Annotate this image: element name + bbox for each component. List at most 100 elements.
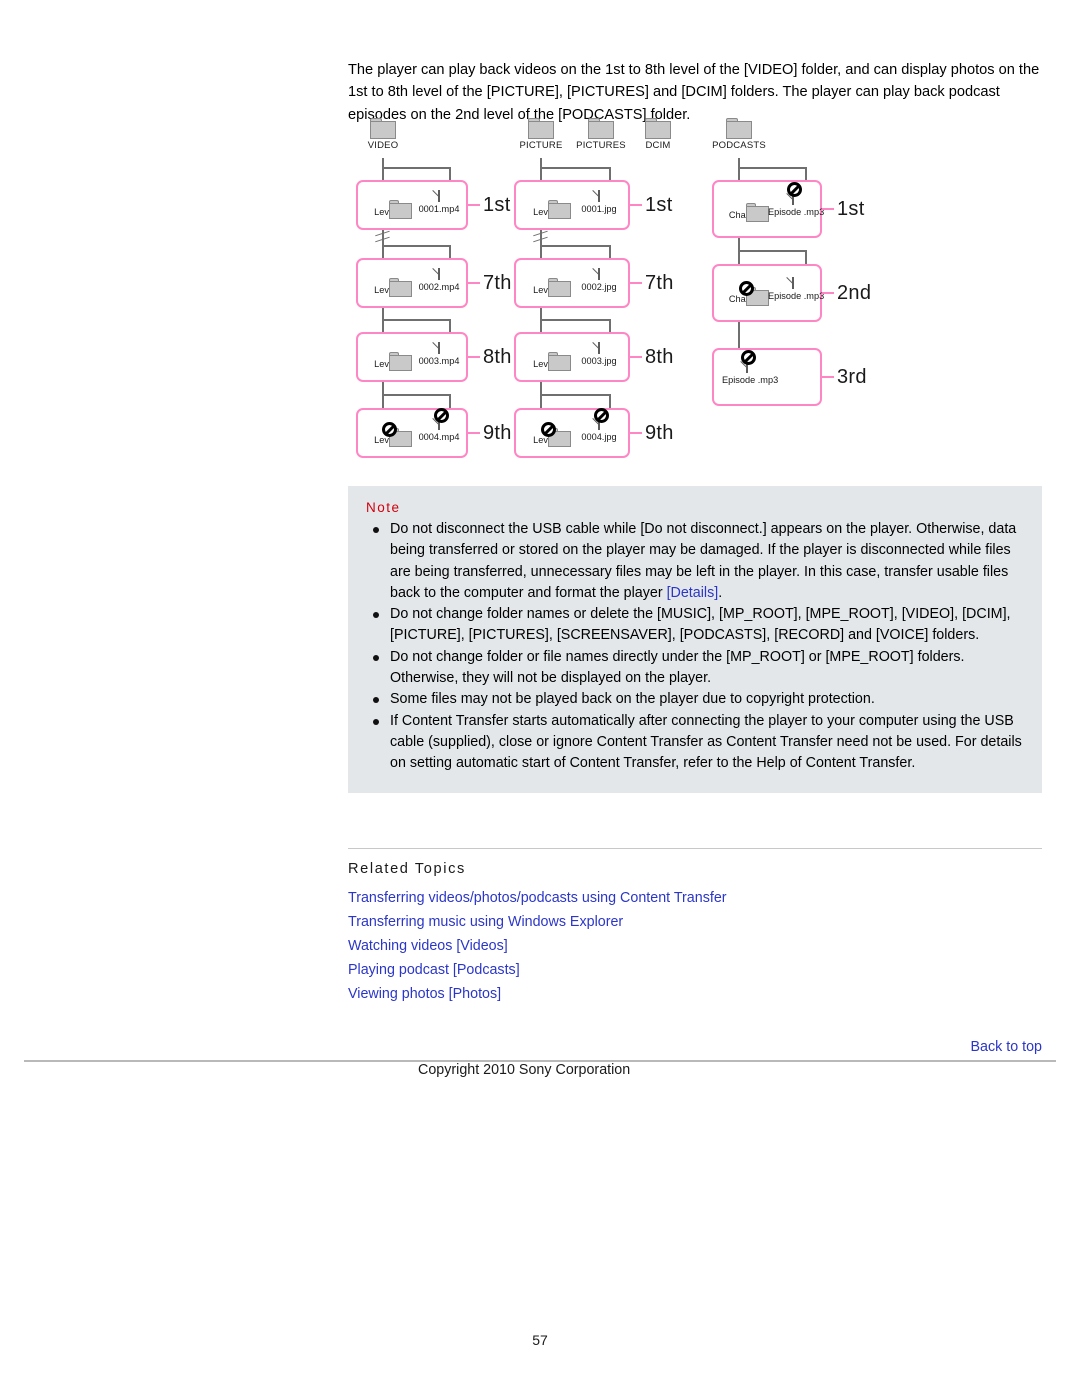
connector-line <box>805 250 807 264</box>
connector-line <box>382 245 450 247</box>
related-topic-link[interactable]: Watching videos [Videos] <box>348 934 1042 958</box>
bullet-icon <box>373 612 379 619</box>
level-box-picture-9th: Level 9 0004.jpg <box>514 408 630 458</box>
diagram-item-file: 0004.mp4 <box>412 408 466 443</box>
item-caption: Episode .mp3 <box>768 291 825 301</box>
level-box-video-1st: Level 1 0001.mp4 <box>356 180 468 230</box>
level-tick <box>822 208 834 210</box>
prohibited-icon <box>741 350 756 365</box>
item-caption: 0002.mp4 <box>418 282 460 292</box>
prohibited-icon <box>382 422 397 437</box>
bullet-icon <box>373 697 379 704</box>
bullet-icon <box>373 718 379 725</box>
connector-line <box>805 167 807 180</box>
related-topics-divider <box>348 848 1042 849</box>
related-topic-link[interactable]: Transferring videos/photos/podcasts usin… <box>348 886 1042 910</box>
level-box-video-7th: Level 7 0002.mp4 <box>356 258 468 308</box>
connector-line <box>382 158 384 180</box>
connector-line <box>738 322 740 348</box>
diagram-item-file: 0001.jpg <box>572 183 626 215</box>
related-topic-link[interactable]: Playing podcast [Podcasts] <box>348 958 1042 982</box>
page-number: 57 <box>532 1332 548 1348</box>
file-icon <box>593 335 600 354</box>
level-tick <box>822 376 834 378</box>
file-icon <box>787 270 794 289</box>
item-caption: Episode .mp3 <box>722 375 779 385</box>
root-folder-dcim: DCIM <box>636 118 680 151</box>
connector-line <box>540 245 610 247</box>
level-tag: 8th <box>645 346 674 368</box>
item-caption: 0004.jpg <box>581 432 617 442</box>
root-folder-label: PICTURES <box>576 140 626 151</box>
note-text: If Content Transfer starts automatically… <box>390 712 1022 772</box>
diagram-item-file: Episode .mp3 <box>722 350 779 386</box>
connector-line <box>609 245 611 258</box>
connector-line <box>609 394 611 408</box>
file-icon <box>433 261 440 280</box>
diagram-item-file: 0002.mp4 <box>412 261 466 293</box>
diagram-item-file: 0002.jpg <box>572 261 626 293</box>
connector-line <box>738 250 806 252</box>
level-tag: 1st <box>483 194 511 216</box>
break-marker-icon <box>375 230 391 243</box>
prohibited-icon <box>434 408 449 423</box>
item-caption: 0002.jpg <box>581 282 617 292</box>
connector-line <box>540 158 542 180</box>
level-tag: 1st <box>837 198 865 220</box>
back-to-top-link[interactable]: Back to top <box>970 1039 1042 1055</box>
level-box-podcasts-1st: Channel Episode .mp3 <box>712 180 825 238</box>
connector-line <box>540 319 610 321</box>
level-tag: 3rd <box>837 366 867 388</box>
related-topic-link[interactable]: Viewing photos [Photos] <box>348 982 1042 1006</box>
copyright-text: Copyright 2010 Sony Corporation <box>418 1062 631 1078</box>
related-topics-links: Transferring videos/photos/podcasts usin… <box>348 886 1042 1006</box>
diagram-item-file: 0003.jpg <box>572 335 626 367</box>
level-tag: 9th <box>483 422 512 444</box>
diagram-item-file: 0003.mp4 <box>412 335 466 367</box>
level-box-picture-8th: Level 8 0003.jpg <box>514 332 630 382</box>
item-caption: 0003.mp4 <box>418 356 460 366</box>
diagram-item-file: 0001.mp4 <box>412 183 466 215</box>
prohibited-icon <box>541 422 556 437</box>
root-folder-label: VIDEO <box>367 140 399 151</box>
diagram-item-file: Episode .mp3 <box>768 270 825 302</box>
connector-line <box>540 167 610 169</box>
folder-icon <box>370 118 396 139</box>
folder-icon <box>645 118 671 139</box>
connector-line <box>540 394 610 396</box>
item-caption: 0004.mp4 <box>418 432 460 442</box>
level-tick <box>468 204 480 206</box>
connector-line <box>738 167 806 169</box>
note-item: Do not disconnect the USB cable while [D… <box>364 519 1026 604</box>
file-icon <box>593 261 600 280</box>
level-tag: 8th <box>483 346 512 368</box>
root-folder-label: PODCASTS <box>712 140 766 151</box>
connector-line <box>382 394 450 396</box>
note-text: Do not change folder or file names direc… <box>390 648 965 687</box>
break-marker-icon <box>533 230 549 243</box>
note-text: Do not change folder names or delete the… <box>390 606 1011 644</box>
file-icon <box>433 183 440 202</box>
details-link[interactable]: [Details] <box>667 585 719 601</box>
item-caption: 0001.mp4 <box>418 204 460 214</box>
diagram-item-folder: Level 8 <box>366 339 412 371</box>
connector-line <box>449 319 451 332</box>
bullet-icon <box>373 527 379 533</box>
connector-line <box>382 319 450 321</box>
connector-line <box>449 394 451 408</box>
item-caption: 0001.jpg <box>581 204 617 214</box>
intro-paragraph: The player can play back videos on the 1… <box>348 61 1040 123</box>
diagram-item-folder: Level 9 <box>366 415 412 447</box>
root-folder-pictures: PICTURES <box>572 118 630 151</box>
root-folder-label: PICTURE <box>519 140 563 151</box>
level-tick <box>468 432 480 434</box>
note-item: Do not change folder names or delete the… <box>364 604 1026 647</box>
prohibited-icon <box>787 182 802 197</box>
level-tick <box>468 356 480 358</box>
related-topic-link[interactable]: Transferring music using Windows Explore… <box>348 910 1042 934</box>
diagram-item-file: Episode .mp3 <box>768 182 825 218</box>
diagram-item-folder: Level 8 <box>524 339 572 371</box>
connector-line <box>449 167 451 180</box>
level-tick <box>630 204 642 206</box>
item-caption: Episode .mp3 <box>768 207 825 217</box>
